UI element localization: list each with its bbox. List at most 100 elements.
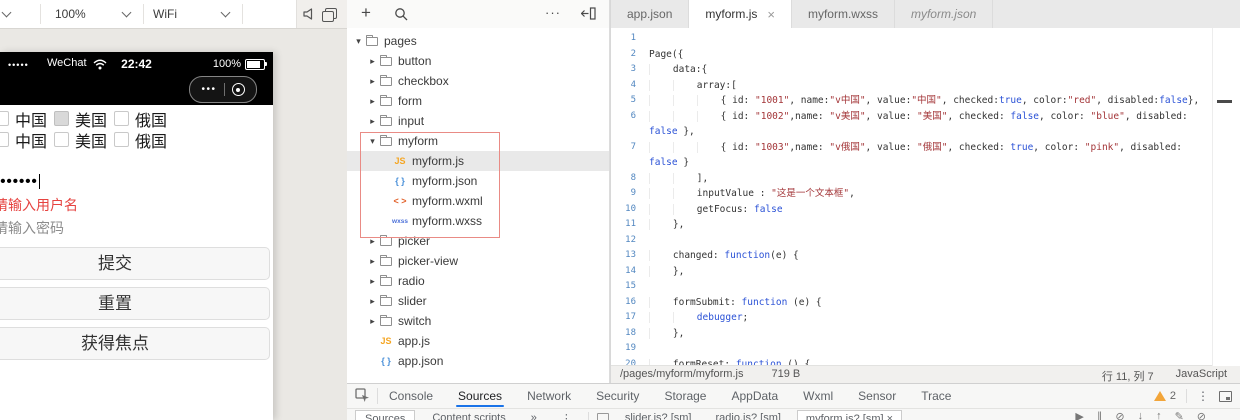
source-file-tab-slider.js? [sm][interactable]: slider.js? [sm] xyxy=(617,410,700,420)
tree-item-app.json[interactable]: { } app.json xyxy=(347,351,609,371)
devtools-tab-Sources[interactable]: Sources xyxy=(456,384,505,408)
network-dropdown[interactable]: WiFi xyxy=(153,7,177,21)
devtools-tab-Security[interactable]: Security xyxy=(596,384,639,408)
tree-item-pages[interactable]: ▾ pages xyxy=(347,31,609,51)
checkbox[interactable] xyxy=(0,111,9,126)
close-icon[interactable]: × xyxy=(767,7,775,22)
phone-buttons: 提交 重置 获得焦点 xyxy=(0,247,273,360)
tree-item-button[interactable]: ▸ button xyxy=(347,51,609,71)
devtools-tab-Console[interactable]: Console xyxy=(389,384,433,408)
toolbar-divider xyxy=(40,4,41,24)
devtools-tab-Storage[interactable]: Storage xyxy=(664,384,706,408)
tree-item-label: button xyxy=(398,54,432,68)
overflow-icon[interactable]: » xyxy=(523,410,545,420)
devtools-tab-Trace[interactable]: Trace xyxy=(921,384,951,408)
resume-icon[interactable]: ▶ xyxy=(1075,410,1083,420)
capsule-home-icon[interactable] xyxy=(231,83,245,96)
editor-tab-myform.js[interactable]: myform.js × xyxy=(689,0,792,29)
line-number: 6 xyxy=(630,110,636,121)
chevron-down-icon[interactable] xyxy=(220,7,231,18)
phone-button[interactable]: 获得焦点 xyxy=(0,327,270,360)
disable-breakpoints-icon[interactable]: ⊘ xyxy=(1115,410,1124,420)
checkbox[interactable] xyxy=(0,132,9,147)
tree-item-myform[interactable]: ▾ myform xyxy=(347,131,609,151)
block-icon[interactable]: ⊘ xyxy=(1197,410,1206,420)
folder-icon xyxy=(380,74,392,86)
code-token: , disabled: xyxy=(1124,110,1188,122)
float-window-icon[interactable] xyxy=(322,8,337,22)
language-mode-label[interactable]: JavaScript xyxy=(1176,368,1227,384)
tree-item-app.js[interactable]: JS app.js xyxy=(347,331,609,351)
editor-scrollbar[interactable] xyxy=(1212,28,1240,366)
code-editor[interactable]: 1 2 Page({3 data:{4 array:[5 { id: "1001",… xyxy=(611,28,1240,366)
tree-item-switch[interactable]: ▸ switch xyxy=(347,311,609,331)
cursor-position-label[interactable]: 行 11, 列 7 xyxy=(1102,368,1154,384)
phone-button[interactable]: 提交 xyxy=(0,247,270,280)
devtools-tab-Sensor[interactable]: Sensor xyxy=(858,384,896,408)
tree-item-myform.wxml[interactable]: < > myform.wxml xyxy=(347,191,609,211)
keyword-token: true xyxy=(998,95,1022,106)
chevron-down-icon[interactable] xyxy=(1,7,12,18)
editor-tab-myform.wxss[interactable]: myform.wxss xyxy=(792,0,895,28)
more-icon[interactable]: ••• xyxy=(201,84,216,95)
keyword-token: false xyxy=(1010,110,1040,122)
password-input[interactable]: ••••••• xyxy=(0,172,273,190)
folder-icon xyxy=(380,294,392,306)
indent-guide xyxy=(672,172,697,184)
sources-subtab-Sources[interactable]: Sources xyxy=(355,410,416,420)
code-line: 5 { id: "1001", name:"v中国", value:"中国", … xyxy=(611,93,1240,109)
phone-button[interactable]: 重置 xyxy=(0,287,270,320)
debugger-controls: ▶ ∥ ⊘ ↓ ↑ ✎ ⊘ xyxy=(1075,410,1206,420)
pretty-print-icon[interactable]: ✎ xyxy=(1175,410,1184,420)
tree-item-slider[interactable]: ▸ slider xyxy=(347,291,609,311)
collapse-panel-icon[interactable] xyxy=(581,7,596,20)
capsule-menu[interactable]: ••• xyxy=(189,76,257,103)
warning-count[interactable]: 2 xyxy=(1170,390,1176,402)
password-placeholder-input[interactable]: 请输入密码 xyxy=(0,218,273,238)
zoom-dropdown[interactable]: 100% xyxy=(55,7,86,21)
file-group-icon[interactable] xyxy=(596,413,609,420)
sources-subtab-Content scripts[interactable]: Content scripts xyxy=(423,410,514,420)
tree-item-myform.wxss[interactable]: wxss myform.wxss xyxy=(347,211,609,231)
kebab-menu-icon[interactable]: ⋮ xyxy=(553,410,580,420)
indent-guide xyxy=(649,64,673,75)
checkbox[interactable] xyxy=(54,132,70,147)
devtools-tab-Network[interactable]: Network xyxy=(527,384,571,408)
tree-item-myform.js[interactable]: JS myform.js xyxy=(347,151,609,171)
simulator-panel: ••••• WeChat 22:42 100% ••• 中国 美国 俄国 中国 美国 俄国… xyxy=(0,0,347,420)
more-icon[interactable]: ··· xyxy=(545,5,561,20)
kebab-menu-icon[interactable]: ⋮ xyxy=(1197,389,1209,403)
tree-item-radio[interactable]: ▸ radio xyxy=(347,271,609,291)
editor-tab-app.json[interactable]: app.json xyxy=(611,0,690,28)
search-icon[interactable] xyxy=(394,7,408,21)
code-token: inputValue : xyxy=(696,188,772,199)
string-token: "pink" xyxy=(1084,141,1120,153)
pause-icon[interactable]: ∥ xyxy=(1097,410,1103,420)
checkbox[interactable] xyxy=(114,111,130,126)
username-input[interactable]: 请输入用户名 xyxy=(0,195,273,215)
tree-item-myform.json[interactable]: { } myform.json xyxy=(347,171,609,191)
add-file-icon[interactable]: + xyxy=(361,3,371,23)
tree-item-picker[interactable]: ▸ picker xyxy=(347,231,609,251)
tree-item-checkbox[interactable]: ▸ checkbox xyxy=(347,71,609,91)
source-file-tab-myform.js? [sm][interactable]: myform.js? [sm] × xyxy=(796,410,903,420)
code-line: 3 data:{ xyxy=(611,62,1240,78)
sound-icon[interactable] xyxy=(303,8,316,20)
code-token: ,name: xyxy=(789,141,830,153)
tree-item-form[interactable]: ▸ form xyxy=(347,91,609,111)
step-out-icon[interactable]: ↑ xyxy=(1156,410,1162,420)
tree-item-picker-view[interactable]: ▸ picker-view xyxy=(347,251,609,271)
source-file-tab-radio.js? [sm][interactable]: radio.js? [sm] xyxy=(708,410,789,420)
devtools-tab-AppData[interactable]: AppData xyxy=(731,384,778,408)
checkbox[interactable] xyxy=(54,111,70,126)
inspect-element-icon[interactable] xyxy=(355,388,370,403)
editor-tab-myform.json[interactable]: myform.json xyxy=(895,0,994,28)
code-line: 16 formSubmit: function (e) { xyxy=(611,295,1240,311)
tree-item-input[interactable]: ▸ input xyxy=(347,111,609,131)
devtools-tab-Wxml[interactable]: Wxml xyxy=(803,384,833,408)
dock-icon[interactable] xyxy=(1219,390,1232,402)
checkbox[interactable] xyxy=(114,132,130,147)
warning-icon[interactable] xyxy=(1153,391,1166,401)
chevron-down-icon[interactable] xyxy=(121,7,132,18)
step-into-icon[interactable]: ↓ xyxy=(1138,410,1144,420)
